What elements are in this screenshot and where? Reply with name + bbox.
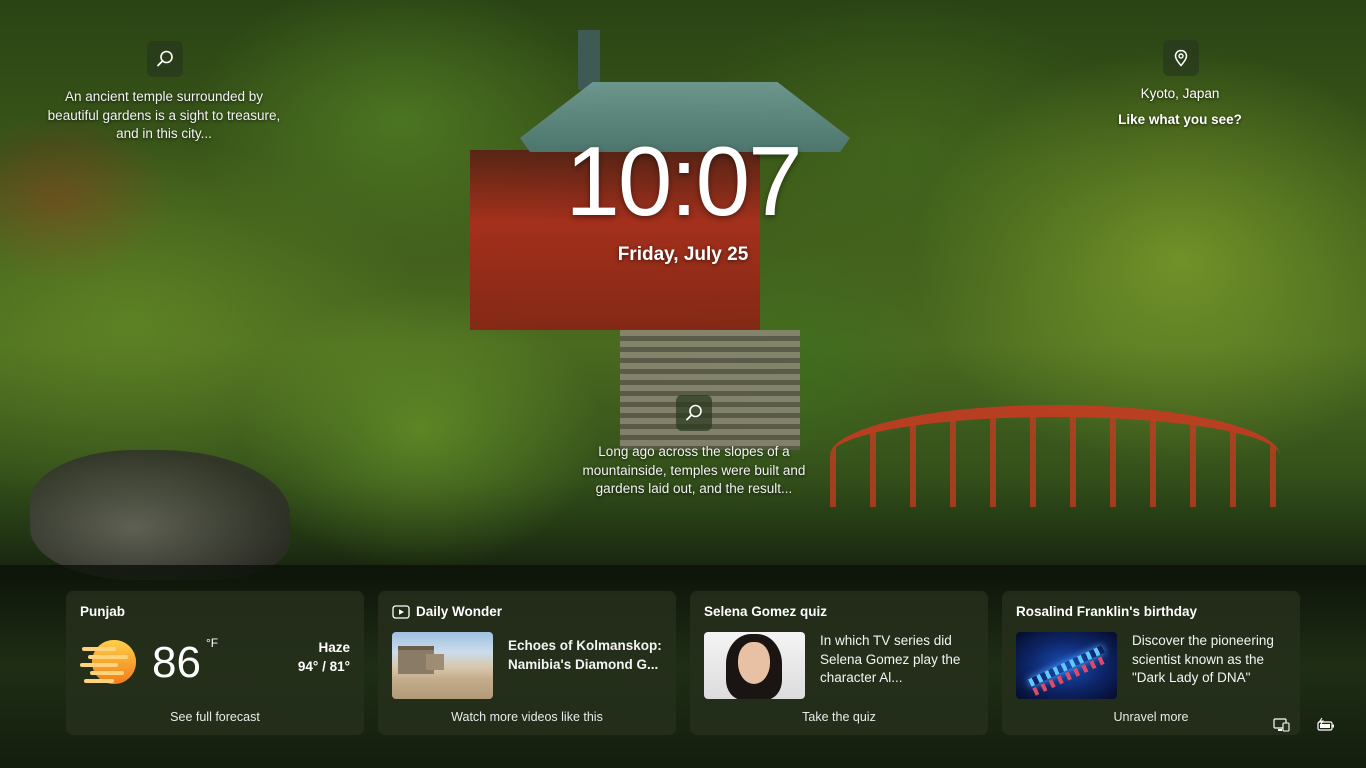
daily-wonder-body: Echoes of Kolmanskop: Namibia's Diamond …: [392, 632, 662, 699]
weather-card[interactable]: Punjab 86 °F Haze 94° / 81° See full for…: [66, 591, 364, 735]
spotlight-hotspot-middle[interactable]: [676, 395, 712, 431]
dna-thumbnail[interactable]: [1016, 632, 1117, 699]
clock-date: Friday, July 25: [617, 244, 749, 265]
daily-wonder-headline[interactable]: Echoes of Kolmanskop: Namibia's Diamond …: [508, 632, 662, 699]
weather-unit: °F: [206, 636, 219, 650]
video-icon: [392, 605, 410, 619]
location-hotspot[interactable]: [1163, 40, 1199, 76]
rocks: [30, 450, 290, 580]
portrait-face: [738, 642, 770, 684]
selena-gomez-thumbnail[interactable]: [704, 632, 805, 699]
network-icon[interactable]: [1271, 716, 1291, 734]
daily-wonder-title: Daily Wonder: [416, 604, 503, 619]
clock-time: 10:07: [565, 126, 802, 236]
temple-stairs: [620, 330, 800, 450]
haze-sun-icon: [80, 640, 136, 684]
weather-location: Punjab: [80, 604, 126, 619]
birthday-card[interactable]: Rosalind Franklin's birthday Discover th…: [1002, 591, 1300, 735]
location-name[interactable]: Kyoto, Japan: [1080, 86, 1280, 101]
location-pin-icon: [1174, 49, 1188, 67]
birthday-text[interactable]: Discover the pioneering scientist known …: [1132, 632, 1284, 699]
watch-more-videos-link[interactable]: Watch more videos like this: [378, 710, 676, 724]
quiz-question[interactable]: In which TV series did Selena Gomez play…: [820, 632, 970, 699]
red-bridge: [830, 405, 1280, 507]
take-the-quiz-link[interactable]: Take the quiz: [690, 710, 988, 724]
like-what-you-see-link[interactable]: Like what you see?: [1080, 112, 1280, 127]
quiz-title: Selena Gomez quiz: [704, 604, 828, 619]
weather-condition: Haze: [318, 640, 350, 655]
birthday-title: Rosalind Franklin's birthday: [1016, 604, 1197, 619]
lock-screen: An ancient temple surrounded by beautifu…: [0, 0, 1366, 768]
weather-temperature: 86: [152, 638, 201, 687]
unravel-more-link[interactable]: Unravel more: [1002, 710, 1300, 724]
daily-wonder-title-row: Daily Wonder: [392, 604, 662, 620]
spotlight-caption-middle[interactable]: Long ago across the slopes of a mountain…: [570, 443, 818, 499]
search-icon: [686, 404, 702, 421]
temple-spire: [578, 30, 600, 90]
see-full-forecast-link[interactable]: See full forecast: [66, 710, 364, 724]
spotlight-hotspot-top[interactable]: [147, 41, 183, 77]
daily-wonder-card[interactable]: Daily Wonder Echoes of Kolmanskop: Namib…: [378, 591, 676, 735]
weather-range: 94° / 81°: [297, 659, 350, 674]
battery-charging-icon[interactable]: [1316, 716, 1336, 734]
kolmanskop-thumbnail[interactable]: [392, 632, 493, 699]
quiz-card[interactable]: Selena Gomez quiz In which TV series did…: [690, 591, 988, 735]
thumbnail-house: [426, 654, 444, 670]
weather-summary: 86 °F Haze 94° / 81°: [80, 630, 350, 700]
search-icon: [157, 50, 173, 67]
birthday-body: Discover the pioneering scientist known …: [1016, 632, 1286, 699]
quiz-body: In which TV series did Selena Gomez play…: [704, 632, 974, 699]
